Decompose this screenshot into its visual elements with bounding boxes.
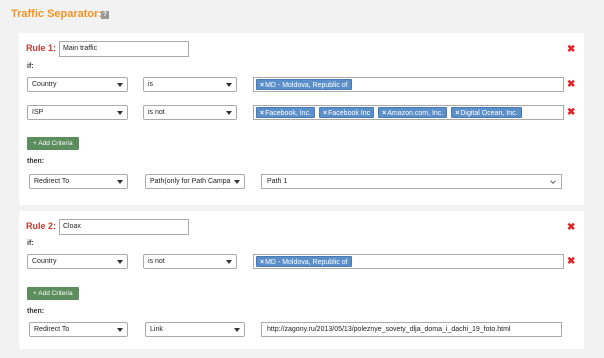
dropdown-arrow-icon	[226, 111, 232, 115]
criteria-operator-select[interactable]: is	[143, 77, 237, 92]
criteria-values-input[interactable]: ×MD - Moldova, Republic of	[253, 254, 564, 269]
criteria-operator-select[interactable]: is not	[143, 254, 237, 269]
selected-value: Country	[32, 81, 57, 88]
if-label: if:	[27, 240, 34, 247]
rule-label: Rule 2:	[26, 221, 57, 231]
delete-rule-icon[interactable]: ✖	[567, 223, 575, 233]
dropdown-arrow-icon	[117, 180, 123, 184]
chevron-down-icon	[550, 178, 556, 184]
delete-criteria-icon[interactable]: ✖	[567, 257, 575, 267]
rule-label: Rule 1:	[26, 43, 57, 53]
tag-label: MD - Moldova, Republic of	[265, 259, 348, 266]
dropdown-arrow-icon	[117, 328, 123, 332]
criteria-operator-select[interactable]: is not	[143, 105, 237, 120]
criteria-field-select[interactable]: Country	[27, 254, 128, 269]
add-criteria-button[interactable]: + Add Criteria	[27, 287, 79, 300]
dropdown-arrow-icon	[117, 83, 123, 87]
value-tag: ×MD - Moldova, Republic of	[256, 79, 352, 90]
selected-value: Redirect To	[34, 326, 70, 333]
tag-label: Facebook Inc	[328, 110, 371, 117]
tag-remove-icon[interactable]: ×	[260, 110, 264, 117]
criteria-values-input[interactable]: ×MD - Moldova, Republic of	[253, 77, 564, 92]
tag-remove-icon[interactable]: ×	[260, 259, 264, 266]
tag-remove-icon[interactable]: ×	[382, 110, 386, 117]
delete-criteria-icon[interactable]: ✖	[567, 108, 575, 118]
if-label: if:	[27, 63, 34, 70]
value-tag: ×MD - Moldova, Republic of	[256, 256, 352, 267]
delete-criteria-icon[interactable]: ✖	[567, 80, 575, 90]
then-label: then:	[27, 158, 45, 165]
link-url-input[interactable]: http://zagony.ru/2013/05/13/poleznye_sov…	[261, 322, 562, 337]
rule-name-input[interactable]: Main traffic	[59, 41, 189, 57]
add-criteria-button[interactable]: + Add Criteria	[27, 137, 79, 150]
delete-rule-icon[interactable]: ✖	[567, 45, 575, 55]
selected-value: is not	[148, 258, 165, 265]
dropdown-arrow-icon	[234, 180, 240, 184]
target-type-select[interactable]: Link	[145, 322, 245, 337]
rule-name-input[interactable]: Cloax	[59, 219, 189, 235]
selected-value: Redirect To	[34, 178, 70, 185]
tag-label: Facebook, Inc.	[265, 110, 312, 117]
path-select[interactable]: Path 1	[261, 174, 562, 189]
tag-remove-icon[interactable]: ×	[455, 110, 459, 117]
selected-value: is	[148, 81, 154, 88]
criteria-field-select[interactable]: ISP	[27, 105, 128, 120]
help-icon[interactable]: ?	[101, 11, 109, 19]
dropdown-arrow-icon	[117, 111, 123, 115]
dropdown-arrow-icon	[226, 83, 232, 87]
page-title: Traffic Separator:	[11, 8, 103, 20]
selected-value: ISP	[32, 109, 44, 116]
action-select[interactable]: Redirect To	[29, 322, 128, 337]
selected-value: is not	[148, 109, 165, 116]
dropdown-arrow-icon	[226, 260, 232, 264]
dropdown-arrow-icon	[234, 328, 240, 332]
value-tag: ×Facebook, Inc.	[256, 107, 316, 118]
value-tag: ×Digital Ocean, Inc.	[451, 107, 522, 118]
selected-value: Country	[32, 258, 57, 265]
selected-value: Link	[150, 326, 163, 333]
tag-label: Digital Ocean, Inc.	[460, 110, 518, 117]
action-select[interactable]: Redirect To	[29, 174, 128, 189]
tag-label: Amazon.com, Inc.	[387, 110, 444, 117]
selected-value: Path(only for Path Campa	[150, 178, 231, 185]
tag-remove-icon[interactable]: ×	[323, 110, 327, 117]
selected-value: Path 1	[267, 178, 288, 185]
tag-remove-icon[interactable]: ×	[260, 82, 264, 89]
then-label: then:	[27, 308, 45, 315]
value-tag: ×Facebook Inc	[319, 107, 375, 118]
tag-label: MD - Moldova, Republic of	[265, 82, 348, 89]
dropdown-arrow-icon	[117, 260, 123, 264]
criteria-values-input[interactable]: ×Facebook, Inc. ×Facebook Inc ×Amazon.com,…	[253, 105, 564, 120]
value-tag: ×Amazon.com, Inc.	[378, 107, 448, 118]
criteria-field-select[interactable]: Country	[27, 77, 128, 92]
target-type-select[interactable]: Path(only for Path Campa	[145, 174, 245, 189]
